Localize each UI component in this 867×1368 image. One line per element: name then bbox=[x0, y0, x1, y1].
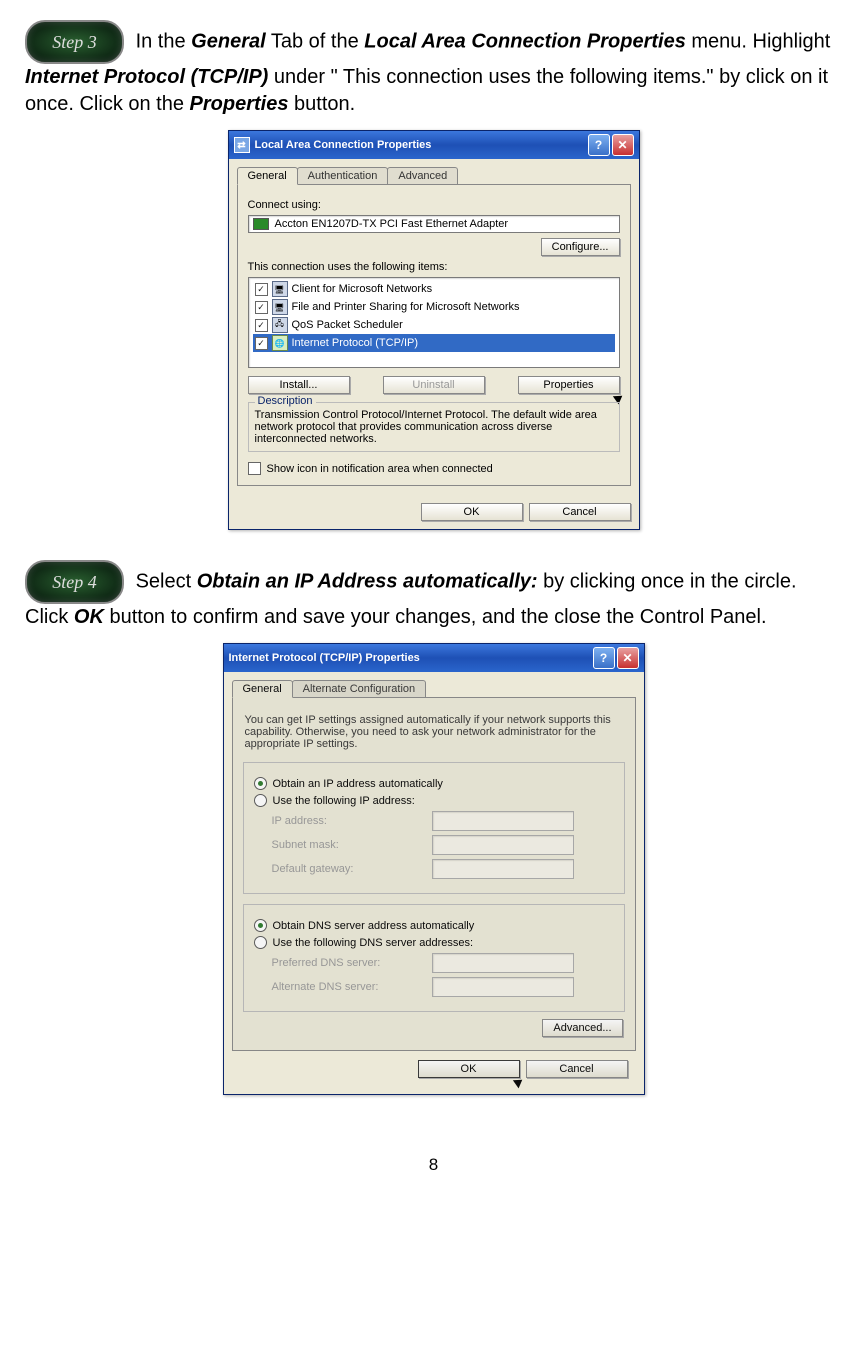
text: Tab of the bbox=[271, 30, 364, 52]
titlebar[interactable]: Internet Protocol (TCP/IP) Properties ? … bbox=[224, 644, 644, 672]
text: Obtain an IP Address automatically: bbox=[197, 570, 538, 592]
tcpip-icon: 🌐 bbox=[272, 335, 288, 351]
item-label: Internet Protocol (TCP/IP) bbox=[292, 337, 419, 349]
dns-group: Obtain DNS server address automatically … bbox=[243, 904, 625, 1012]
help-button[interactable]: ? bbox=[593, 647, 615, 669]
checkbox-icon[interactable]: ✓ bbox=[255, 319, 268, 332]
tab-general[interactable]: General bbox=[232, 680, 293, 698]
show-icon-label: Show icon in notification area when conn… bbox=[267, 463, 493, 475]
connect-using-label: Connect using: bbox=[248, 199, 620, 211]
checkbox-icon[interactable]: ✓ bbox=[255, 283, 268, 296]
radio-auto-dns[interactable]: Obtain DNS server address automatically bbox=[254, 919, 614, 932]
tab-alternate[interactable]: Alternate Configuration bbox=[292, 680, 427, 698]
titlebar[interactable]: ⇄ Local Area Connection Properties ? ✕ bbox=[229, 131, 639, 159]
nic-icon bbox=[253, 218, 269, 230]
uninstall-button[interactable]: Uninstall bbox=[383, 376, 485, 394]
qos-icon: 🖧 bbox=[272, 317, 288, 333]
window-icon: ⇄ bbox=[234, 137, 250, 153]
pref-dns-label: Preferred DNS server: bbox=[272, 957, 422, 969]
subnet-field[interactable] bbox=[432, 835, 574, 855]
radio-label: Obtain an IP address automatically bbox=[273, 778, 443, 790]
step4-paragraph: Step 4 Select Obtain an IP Address autom… bbox=[25, 560, 842, 631]
step3-paragraph: Step 3 In the General Tab of the Local A… bbox=[25, 20, 842, 118]
share-icon: 🖥 bbox=[272, 299, 288, 315]
tab-authentication[interactable]: Authentication bbox=[297, 167, 389, 185]
item-label: Client for Microsoft Networks bbox=[292, 283, 433, 295]
text: Properties bbox=[190, 93, 289, 115]
description-group: Description Transmission Control Protoco… bbox=[248, 402, 620, 452]
page-number: 8 bbox=[25, 1155, 842, 1175]
radio-icon[interactable] bbox=[254, 919, 267, 932]
text: Local Area Connection Properties bbox=[364, 30, 686, 52]
alt-dns-label: Alternate DNS server: bbox=[272, 981, 422, 993]
tab-advanced[interactable]: Advanced bbox=[387, 167, 458, 185]
gateway-label: Default gateway: bbox=[272, 863, 422, 875]
text: In the bbox=[136, 30, 192, 52]
checkbox-icon[interactable]: ✓ bbox=[255, 301, 268, 314]
cancel-button[interactable]: Cancel bbox=[526, 1060, 628, 1078]
general-panel: Connect using: Accton EN1207D-TX PCI Fas… bbox=[237, 184, 631, 486]
text: menu. Highlight bbox=[691, 30, 830, 52]
close-button[interactable]: ✕ bbox=[617, 647, 639, 669]
install-button[interactable]: Install... bbox=[248, 376, 350, 394]
radio-auto-ip[interactable]: Obtain an IP address automatically bbox=[254, 777, 614, 790]
radio-use-ip[interactable]: Use the following IP address: bbox=[254, 794, 614, 807]
step3-badge: Step 3 bbox=[25, 20, 124, 64]
radio-use-dns[interactable]: Use the following DNS server addresses: bbox=[254, 936, 614, 949]
ip-address-field[interactable] bbox=[432, 811, 574, 831]
text: button. bbox=[294, 93, 355, 115]
local-area-connection-properties-window: ⇄ Local Area Connection Properties ? ✕ G… bbox=[228, 130, 640, 530]
description-text: Transmission Control Protocol/Internet P… bbox=[255, 409, 613, 445]
text: OK bbox=[74, 606, 104, 628]
description-label: Description bbox=[255, 395, 316, 407]
show-icon-row[interactable]: Show icon in notification area when conn… bbox=[248, 462, 620, 475]
radio-label: Use the following IP address: bbox=[273, 795, 415, 807]
tab-general[interactable]: General bbox=[237, 167, 298, 185]
advanced-button[interactable]: Advanced... bbox=[542, 1019, 622, 1037]
alt-dns-field[interactable] bbox=[432, 977, 574, 997]
radio-icon[interactable] bbox=[254, 777, 267, 790]
list-item[interactable]: ✓ 🖥 File and Printer Sharing for Microso… bbox=[253, 298, 615, 316]
list-item[interactable]: ✓ 🖥 Client for Microsoft Networks bbox=[253, 280, 615, 298]
item-label: QoS Packet Scheduler bbox=[292, 319, 403, 331]
ip-address-label: IP address: bbox=[272, 815, 422, 827]
list-item-selected[interactable]: ✓ 🌐 Internet Protocol (TCP/IP) bbox=[253, 334, 615, 352]
tcpip-properties-window: Internet Protocol (TCP/IP) Properties ? … bbox=[223, 643, 645, 1095]
pref-dns-field[interactable] bbox=[432, 953, 574, 973]
properties-button[interactable]: Properties bbox=[518, 376, 620, 394]
info-text: You can get IP settings assigned automat… bbox=[245, 714, 623, 750]
help-button[interactable]: ? bbox=[588, 134, 610, 156]
window-title: Local Area Connection Properties bbox=[255, 139, 432, 151]
items-list[interactable]: ✓ 🖥 Client for Microsoft Networks ✓ 🖥 Fi… bbox=[248, 277, 620, 368]
client-icon: 🖥 bbox=[272, 281, 288, 297]
ip-group: Obtain an IP address automatically Use t… bbox=[243, 762, 625, 894]
window-title: Internet Protocol (TCP/IP) Properties bbox=[229, 652, 420, 664]
tabs: General Authentication Advanced bbox=[229, 159, 639, 185]
ok-button[interactable]: OK bbox=[418, 1060, 520, 1078]
adapter-field[interactable]: Accton EN1207D-TX PCI Fast Ethernet Adap… bbox=[248, 215, 620, 233]
checkbox-icon[interactable] bbox=[248, 462, 261, 475]
list-item[interactable]: ✓ 🖧 QoS Packet Scheduler bbox=[253, 316, 615, 334]
checkbox-icon[interactable]: ✓ bbox=[255, 337, 268, 350]
subnet-label: Subnet mask: bbox=[272, 839, 422, 851]
radio-label: Obtain DNS server address automatically bbox=[273, 920, 475, 932]
radio-icon[interactable] bbox=[254, 794, 267, 807]
uses-items-label: This connection uses the following items… bbox=[248, 261, 620, 273]
item-label: File and Printer Sharing for Microsoft N… bbox=[292, 301, 520, 313]
text: Internet Protocol (TCP/IP) bbox=[25, 66, 268, 88]
text: button to confirm and save your changes,… bbox=[109, 606, 766, 628]
configure-button[interactable]: Configure... bbox=[541, 238, 620, 256]
adapter-name: Accton EN1207D-TX PCI Fast Ethernet Adap… bbox=[275, 218, 509, 230]
radio-icon[interactable] bbox=[254, 936, 267, 949]
radio-label: Use the following DNS server addresses: bbox=[273, 937, 474, 949]
text: Select bbox=[136, 570, 197, 592]
step4-badge: Step 4 bbox=[25, 560, 124, 604]
close-button[interactable]: ✕ bbox=[612, 134, 634, 156]
gateway-field[interactable] bbox=[432, 859, 574, 879]
ok-button[interactable]: OK bbox=[421, 503, 523, 521]
text: General bbox=[191, 30, 265, 52]
cancel-button[interactable]: Cancel bbox=[529, 503, 631, 521]
